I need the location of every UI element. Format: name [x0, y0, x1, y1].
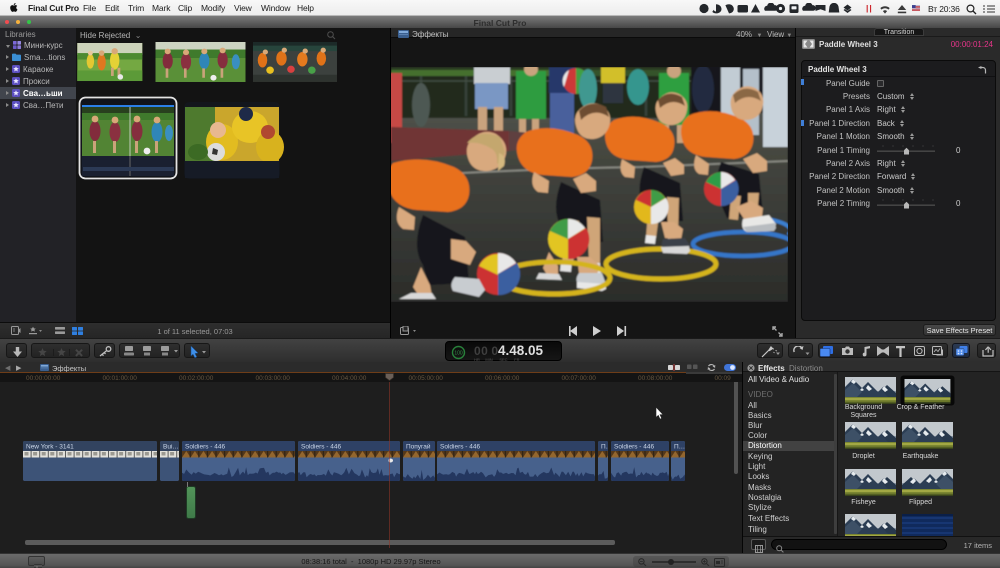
- svg-text:Soldiers - 446: Soldiers - 446: [614, 444, 654, 451]
- svg-text:П…: П…: [601, 444, 608, 451]
- svg-text:Soldiers - 446: Soldiers - 446: [440, 444, 480, 451]
- svg-text:100: 100: [454, 350, 463, 356]
- svg-text:Bui…: Bui…: [163, 444, 179, 451]
- svg-text:Попугай: Попугай: [406, 443, 431, 451]
- svg-text:New York - 3141: New York - 3141: [26, 444, 74, 451]
- svg-text:П…: П…: [674, 444, 685, 451]
- svg-text:Soldiers - 446: Soldiers - 446: [185, 444, 225, 451]
- svg-text:Soldiers - 446: Soldiers - 446: [301, 444, 341, 451]
